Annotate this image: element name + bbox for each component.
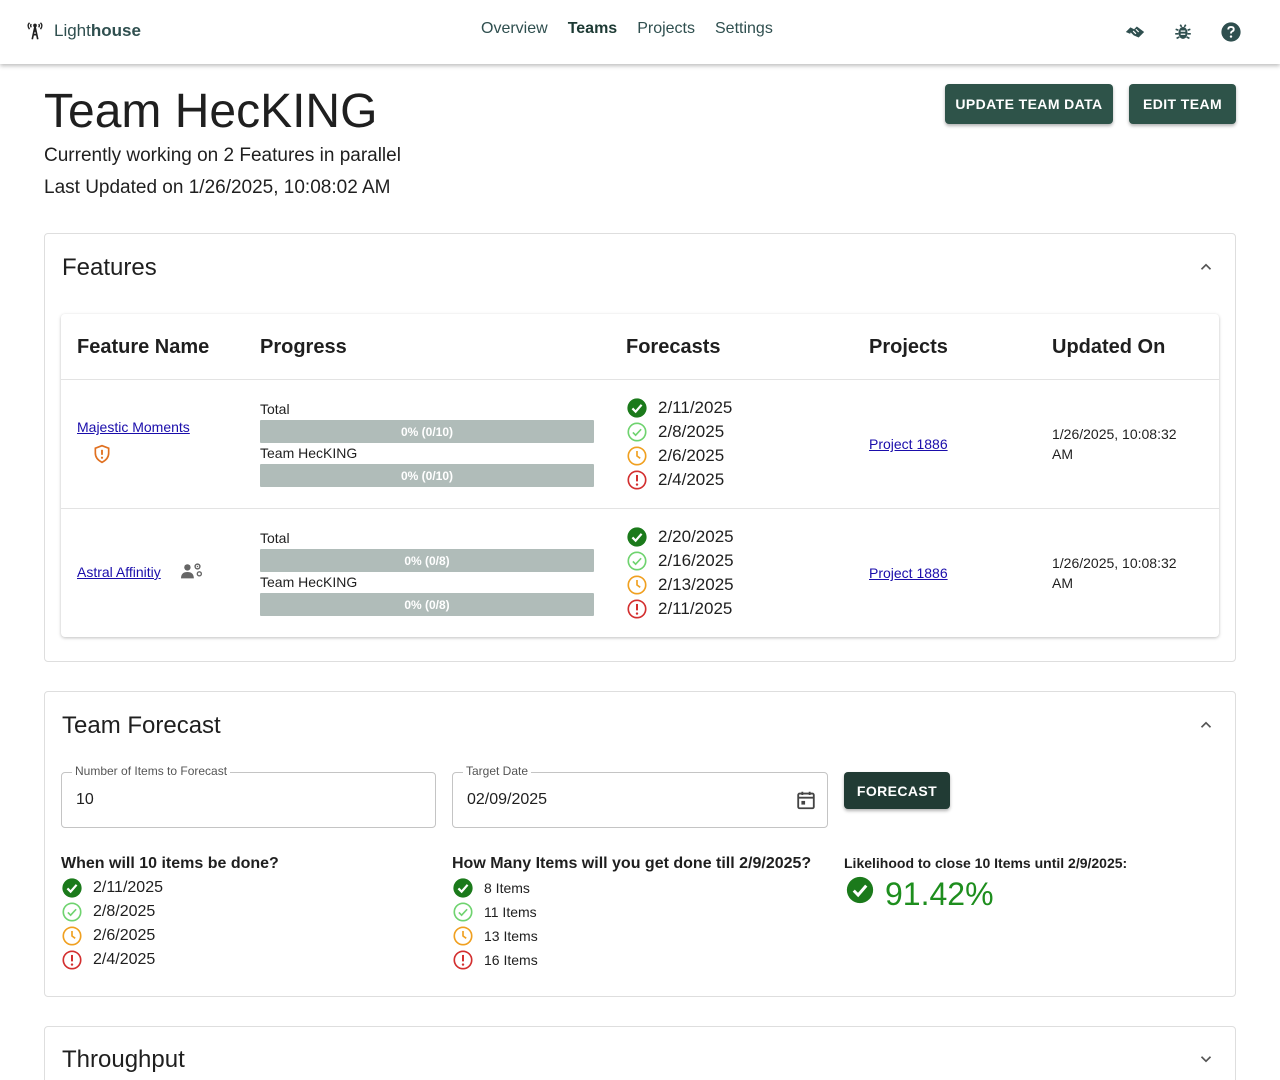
col-forecasts: Forecasts bbox=[626, 336, 721, 358]
chevron-down-icon[interactable] bbox=[1197, 1050, 1215, 1068]
error-circle-icon bbox=[453, 950, 473, 970]
nav-projects[interactable]: Projects bbox=[637, 20, 695, 38]
handshake-icon[interactable] bbox=[1122, 19, 1148, 45]
update-team-data-button[interactable]: UPDATE TEAM DATA bbox=[945, 84, 1113, 124]
nav-teams[interactable]: Teams bbox=[568, 20, 618, 38]
header-divider bbox=[61, 379, 1219, 380]
last-updated-text: Last Updated on 1/26/2025, 10:08:02 AM bbox=[44, 177, 391, 198]
clock-icon bbox=[453, 926, 473, 946]
forecast-unlikely: 2/4/2025 bbox=[626, 469, 724, 491]
help-icon[interactable] bbox=[1218, 19, 1244, 45]
when-done-title: When will 10 items be done? bbox=[61, 855, 279, 872]
page-title: Team HecKING bbox=[44, 85, 378, 138]
forecast-unlikely: 2/11/2025 bbox=[626, 598, 732, 620]
error-circle-icon bbox=[627, 599, 647, 619]
howmany-unlikely: 16 Items bbox=[452, 949, 538, 971]
clock-icon bbox=[627, 575, 647, 595]
items-to-forecast-field[interactable]: Number of Items to Forecast bbox=[61, 764, 436, 828]
check-circle-filled-icon bbox=[627, 398, 647, 418]
row-divider bbox=[61, 508, 1219, 509]
feature-link-majestic-moments[interactable]: Majestic Moments bbox=[77, 419, 190, 435]
brand-name: Lighthouse bbox=[54, 21, 141, 40]
likelihood-value: 91.42% bbox=[885, 876, 994, 912]
progress-total-label: Total bbox=[260, 401, 290, 417]
group-settings-icon bbox=[181, 563, 203, 579]
throughput-panel: Throughput bbox=[44, 1026, 1236, 1080]
when-unlikely: 2/4/2025 bbox=[61, 949, 155, 971]
howmany-likely: 11 Items bbox=[452, 901, 537, 923]
col-progress: Progress bbox=[260, 336, 347, 358]
progress-bar-team: 0% (0/8) bbox=[260, 593, 594, 616]
shield-warning-icon bbox=[94, 444, 110, 464]
calendar-icon[interactable] bbox=[795, 789, 817, 811]
forecast-button[interactable]: FORECAST bbox=[844, 772, 950, 809]
check-circle-outline-icon bbox=[627, 422, 647, 442]
top-app-bar: Lighthouse Overview Teams Projects Setti… bbox=[0, 0, 1280, 64]
progress-bar-total: 0% (0/8) bbox=[260, 549, 594, 572]
parallel-features-text: Currently working on 2 Features in paral… bbox=[44, 145, 401, 166]
top-icon-group bbox=[1122, 19, 1244, 45]
forecast-likely: 2/8/2025 bbox=[626, 421, 724, 443]
features-panel: Features Feature Name Progress Forecasts… bbox=[44, 233, 1236, 662]
target-date-field[interactable]: Target Date bbox=[452, 764, 828, 828]
main-nav: Overview Teams Projects Settings bbox=[481, 20, 773, 38]
clock-icon bbox=[627, 446, 647, 466]
progress-bar-total: 0% (0/10) bbox=[260, 420, 594, 443]
col-projects: Projects bbox=[869, 336, 948, 358]
how-many-title: How Many Items will you get done till 2/… bbox=[452, 855, 812, 872]
when-likely: 2/8/2025 bbox=[61, 901, 155, 923]
check-circle-filled-icon bbox=[627, 527, 647, 547]
updated-on-value: 1/26/2025, 10:08:32 AM bbox=[1052, 555, 1177, 591]
check-circle-filled-icon bbox=[846, 876, 874, 904]
edit-team-button[interactable]: EDIT TEAM bbox=[1129, 84, 1236, 124]
likelihood-title: Likelihood to close 10 Items until 2/9/2… bbox=[844, 855, 1128, 871]
lighthouse-logo-icon bbox=[27, 22, 43, 40]
throughput-title: Throughput bbox=[62, 1046, 185, 1073]
when-risky: 2/6/2025 bbox=[61, 925, 155, 947]
feature-link-astral-affinitiy[interactable]: Astral Affinitiy bbox=[77, 564, 161, 580]
team-forecast-panel: Team Forecast Number of Items to Forecas… bbox=[44, 691, 1236, 997]
clock-icon bbox=[62, 926, 82, 946]
features-table: Feature Name Progress Forecasts Projects… bbox=[61, 314, 1219, 637]
forecast-certain: 2/11/2025 bbox=[626, 397, 732, 419]
features-panel-title: Features bbox=[62, 254, 157, 281]
progress-team-label: Team HecKING bbox=[260, 445, 358, 461]
project-link[interactable]: Project 1886 bbox=[869, 565, 948, 581]
howmany-certain: 8 Items bbox=[452, 877, 530, 899]
check-circle-outline-icon bbox=[453, 902, 473, 922]
when-certain: 2/11/2025 bbox=[61, 877, 163, 899]
check-circle-filled-icon bbox=[453, 878, 473, 898]
chevron-up-icon[interactable] bbox=[1197, 716, 1215, 734]
team-forecast-title: Team Forecast bbox=[62, 712, 221, 739]
forecast-risky: 2/13/2025 bbox=[626, 574, 734, 596]
check-circle-outline-icon bbox=[62, 902, 82, 922]
project-link[interactable]: Project 1886 bbox=[869, 436, 948, 452]
progress-total-label: Total bbox=[260, 530, 290, 546]
brand[interactable]: Lighthouse bbox=[24, 20, 141, 42]
forecast-likely: 2/16/2025 bbox=[626, 550, 734, 572]
forecast-certain: 2/20/2025 bbox=[626, 526, 734, 548]
updated-on-value: 1/26/2025, 10:08:32 AM bbox=[1052, 426, 1177, 462]
error-circle-icon bbox=[62, 950, 82, 970]
chevron-up-icon[interactable] bbox=[1197, 258, 1215, 276]
nav-settings[interactable]: Settings bbox=[715, 20, 773, 38]
forecast-risky: 2/6/2025 bbox=[626, 445, 724, 467]
check-circle-filled-icon bbox=[62, 878, 82, 898]
howmany-risky: 13 Items bbox=[452, 925, 538, 947]
error-circle-icon bbox=[627, 470, 647, 490]
items-to-forecast-label: Number of Items to Forecast bbox=[72, 764, 231, 778]
bug-icon[interactable] bbox=[1170, 19, 1196, 45]
target-date-label: Target Date bbox=[463, 764, 532, 778]
target-date-input[interactable] bbox=[467, 791, 747, 809]
progress-bar-team: 0% (0/10) bbox=[260, 464, 594, 487]
col-feature-name: Feature Name bbox=[77, 336, 210, 358]
check-circle-outline-icon bbox=[627, 551, 647, 571]
col-updated-on: Updated On bbox=[1052, 336, 1166, 358]
progress-team-label: Team HecKING bbox=[260, 574, 358, 590]
nav-overview[interactable]: Overview bbox=[481, 20, 548, 38]
items-to-forecast-input[interactable] bbox=[76, 791, 376, 809]
